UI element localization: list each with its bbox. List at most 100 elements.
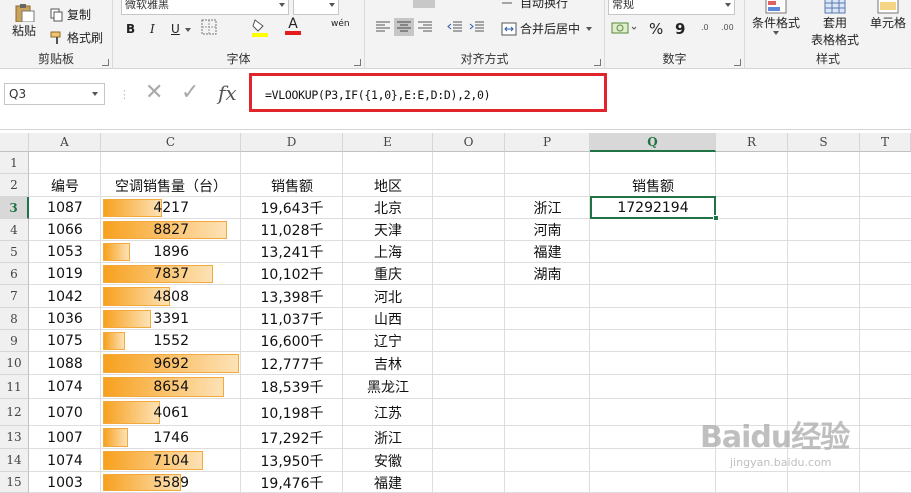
cell-province[interactable]: 河南 — [505, 219, 590, 241]
cell-ac-sales[interactable]: 1552 — [101, 330, 189, 352]
cell-region[interactable]: 浙江 — [343, 426, 433, 449]
cell-sales[interactable]: 19,643千 — [241, 197, 343, 219]
decrease-indent-button[interactable] — [447, 20, 463, 34]
cell-id[interactable]: 1088 — [29, 352, 101, 375]
clipboard-launcher-icon[interactable] — [102, 59, 109, 66]
cell-sales[interactable]: 10,102千 — [241, 263, 343, 285]
cell-province[interactable]: 湖南 — [505, 263, 590, 285]
font-name-combo[interactable]: 微软雅黑 — [121, 0, 289, 15]
cell-region[interactable]: 北京 — [343, 197, 433, 219]
cell-id[interactable]: 1074 — [29, 375, 101, 399]
phonetic-button[interactable]: wén — [331, 19, 350, 29]
italic-button[interactable]: I — [150, 22, 155, 36]
wrap-text-button[interactable]: 自动换行 — [501, 0, 568, 11]
cell-region[interactable]: 安徽 — [343, 449, 433, 472]
cell-province[interactable]: 福建 — [505, 241, 590, 263]
font-size-combo[interactable] — [293, 0, 339, 15]
fill-color-button[interactable] — [251, 17, 269, 37]
cell-id[interactable]: 1042 — [29, 285, 101, 308]
font-launcher-icon[interactable] — [354, 59, 361, 66]
decrease-decimal-button[interactable]: .00 — [721, 20, 737, 34]
border-button[interactable] — [201, 19, 217, 35]
cell-id[interactable]: 1070 — [29, 399, 101, 426]
formula-input-highlight[interactable]: =VLOOKUP(P3,IF({1,0},E:E,D:D),2,0) — [249, 73, 607, 112]
fill-handle[interactable] — [713, 215, 719, 221]
percent-button[interactable]: % — [649, 20, 663, 38]
cell-ac-sales[interactable]: 1896 — [101, 241, 189, 263]
underline-dropdown-icon[interactable] — [185, 28, 191, 32]
currency-button[interactable] — [611, 20, 637, 36]
comma-style-button[interactable]: 9 — [675, 20, 685, 38]
col-header-a[interactable]: A — [29, 133, 101, 152]
row-header-3[interactable]: 3 — [0, 197, 29, 219]
row-header-6[interactable]: 6 — [0, 263, 29, 285]
cell-id[interactable]: 1053 — [29, 241, 101, 263]
cell-id[interactable]: 1066 — [29, 219, 101, 241]
col-header-q[interactable]: Q — [590, 133, 716, 152]
align-center-button[interactable] — [394, 18, 414, 36]
cell-id[interactable]: 1019 — [29, 263, 101, 285]
cell-ac-sales[interactable]: 4061 — [101, 399, 189, 426]
cell-sales[interactable]: 11,028千 — [241, 219, 343, 241]
underline-button[interactable]: U — [171, 22, 180, 36]
cell-sales[interactable]: 18,539千 — [241, 375, 343, 399]
cell-ac-sales[interactable]: 9692 — [101, 352, 189, 375]
cell-sales[interactable]: 10,198千 — [241, 399, 343, 426]
row-header-14[interactable]: 14 — [0, 449, 29, 472]
cell-ac-sales[interactable]: 5589 — [101, 472, 189, 493]
row-header-1[interactable]: 1 — [0, 152, 29, 174]
col-header-d[interactable]: D — [241, 133, 343, 152]
cell-id[interactable]: 1074 — [29, 449, 101, 472]
bold-button[interactable]: B — [126, 22, 135, 36]
alignment-launcher-icon[interactable] — [594, 59, 601, 66]
header-region[interactable]: 地区 — [343, 175, 433, 197]
cell-sales[interactable]: 12,777千 — [241, 352, 343, 375]
row-header-5[interactable]: 5 — [0, 241, 29, 263]
align-left-button[interactable] — [375, 20, 391, 34]
cell-id[interactable]: 1036 — [29, 308, 101, 330]
col-header-p[interactable]: P — [505, 133, 590, 152]
row-header-4[interactable]: 4 — [0, 219, 29, 241]
col-header-c[interactable]: C — [101, 133, 241, 152]
number-format-combo[interactable]: 常规 — [608, 0, 735, 15]
check-icon[interactable]: ✓ — [181, 80, 199, 105]
cell-region[interactable]: 黑龙江 — [343, 375, 433, 399]
header-sales[interactable]: 销售额 — [241, 175, 343, 197]
copy-button[interactable]: 复制 — [50, 6, 91, 23]
col-header-e[interactable]: E — [343, 133, 433, 152]
header-id[interactable]: 编号 — [29, 175, 101, 197]
cell-sales[interactable]: 17,292千 — [241, 426, 343, 449]
cell-region[interactable]: 吉林 — [343, 352, 433, 375]
cell-region[interactable]: 上海 — [343, 241, 433, 263]
cell-sales[interactable]: 13,950千 — [241, 449, 343, 472]
cell-ac-sales[interactable]: 4217 — [101, 197, 189, 219]
row-header-7[interactable]: 7 — [0, 285, 29, 308]
cell-region[interactable]: 辽宁 — [343, 330, 433, 352]
cell-sales[interactable]: 13,241千 — [241, 241, 343, 263]
cell-id[interactable]: 1007 — [29, 426, 101, 449]
cell-ac-sales[interactable]: 7104 — [101, 449, 189, 472]
col-header-s[interactable]: S — [788, 133, 860, 152]
conditional-format-button[interactable]: 条件格式 — [748, 0, 804, 35]
cell-ac-sales[interactable]: 1746 — [101, 426, 189, 449]
cell-ac-sales[interactable]: 4808 — [101, 285, 189, 308]
cell-id[interactable]: 1087 — [29, 197, 101, 219]
row-header-9[interactable]: 9 — [0, 330, 29, 352]
row-header-10[interactable]: 10 — [0, 352, 29, 375]
col-header-r[interactable]: R — [716, 133, 788, 152]
name-box[interactable]: Q3 — [4, 83, 105, 105]
row-header-13[interactable]: 13 — [0, 426, 29, 449]
col-header-o[interactable]: O — [433, 133, 505, 152]
merge-center-button[interactable]: 合并后居中 — [501, 20, 593, 37]
align-top-button[interactable] — [413, 0, 435, 8]
cell-region[interactable]: 河北 — [343, 285, 433, 308]
paste-button[interactable]: 粘贴 — [4, 4, 44, 39]
cell-sales[interactable]: 16,600千 — [241, 330, 343, 352]
cell-sales[interactable]: 13,398千 — [241, 285, 343, 308]
select-all-corner[interactable] — [0, 133, 29, 152]
col-header-t[interactable]: T — [860, 133, 911, 152]
cell-sales[interactable]: 11,037千 — [241, 308, 343, 330]
cell-region[interactable]: 江苏 — [343, 399, 433, 426]
row-header-12[interactable]: 12 — [0, 399, 29, 426]
cell-region[interactable]: 重庆 — [343, 263, 433, 285]
